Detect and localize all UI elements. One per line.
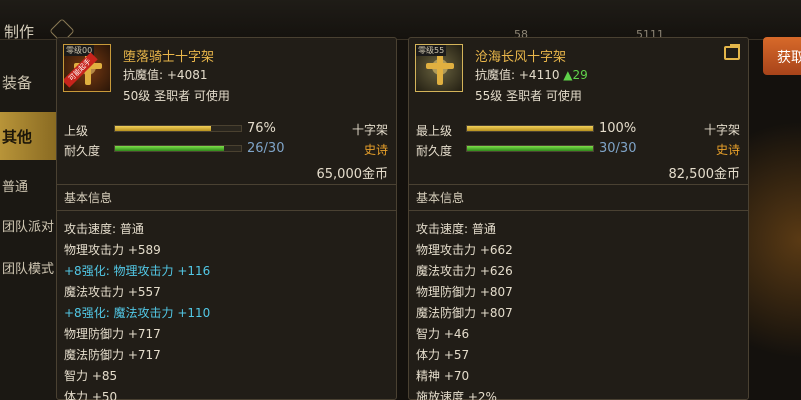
- level-requirement: 50级 圣职者 可使用: [123, 89, 230, 103]
- level-requirement: 55级 圣职者 可使用: [475, 89, 582, 103]
- durability-label: 耐久度: [64, 144, 101, 158]
- stat-line: 智力 +46: [416, 327, 470, 341]
- get-button[interactable]: 获取: [763, 37, 801, 75]
- stat-line: 魔法防御力 +807: [416, 306, 513, 320]
- share-icon[interactable]: [724, 44, 740, 60]
- stat-line: 魔法防御力 +717: [64, 348, 161, 362]
- durability-value: 30/30: [599, 141, 637, 156]
- page-title: 制作: [4, 23, 35, 41]
- stat-line: 物理攻击力 +589: [64, 243, 161, 257]
- item-name: 沧海长风十字架: [475, 50, 567, 65]
- cross-icon-bar: [426, 63, 454, 69]
- grade-label: 上级: [64, 124, 89, 138]
- stat-line: +8强化: 物理攻击力 +116: [64, 264, 211, 278]
- durability-bar-fill: [115, 146, 225, 151]
- divider: [57, 210, 396, 211]
- item-category: 十字架: [703, 123, 740, 137]
- stat-line: 魔法攻击力 +557: [64, 285, 161, 299]
- item-price: 65,000金币: [316, 167, 389, 182]
- background-glow: [749, 80, 801, 400]
- top-bar: 制作 58 5111: [0, 0, 801, 44]
- resist-label: 抗魔值:: [123, 68, 164, 82]
- stat-line: 智力 +85: [64, 369, 118, 383]
- divider: [57, 184, 396, 185]
- stat-line: 物理防御力 +807: [416, 285, 513, 299]
- icon-badge: 零级55: [416, 45, 447, 56]
- item-rarity: 史诗: [363, 143, 388, 157]
- grade-value: 76%: [247, 121, 276, 136]
- stat-line: 施放速度 +2%: [416, 390, 497, 400]
- section-title: 基本信息: [416, 191, 465, 205]
- stat-line: 魔法攻击力 +626: [416, 264, 513, 278]
- resist-line: 抗魔值: +4110 ▲29: [475, 66, 588, 83]
- grade-bar: [114, 125, 242, 132]
- grade-bar: [466, 125, 594, 132]
- durability-value: 26/30: [247, 141, 285, 156]
- durability-label: 耐久度: [416, 144, 453, 158]
- durability-bar-fill: [467, 146, 593, 151]
- stat-line: 精神 +70: [416, 369, 470, 383]
- grade-bar-fill: [467, 126, 593, 131]
- sidebar-item-other[interactable]: 其他: [0, 112, 56, 160]
- durability-bar: [466, 145, 594, 152]
- resist-delta: ▲29: [563, 68, 588, 82]
- sidebar-item-normal[interactable]: 普通: [0, 176, 56, 195]
- stat-line: 体力 +50: [64, 390, 118, 400]
- stat-line: +8强化: 魔法攻击力 +110: [64, 306, 211, 320]
- section-title: 基本信息: [64, 191, 113, 205]
- sidebar-item-equipment[interactable]: 装备: [0, 72, 56, 93]
- grade-label: 最上级: [416, 124, 453, 138]
- divider: [409, 210, 748, 211]
- item-icon-cross: 零级00 可能起手: [63, 44, 111, 92]
- stat-line: 物理防御力 +717: [64, 327, 161, 341]
- sidebar-item-team-mode[interactable]: 团队模式: [0, 258, 56, 277]
- durability-bar: [114, 145, 242, 152]
- item-category: 十字架: [351, 123, 388, 137]
- item-name: 堕落骑士十字架: [123, 50, 215, 65]
- grade-bar-fill: [115, 126, 211, 131]
- resist-value: +4110: [518, 68, 560, 82]
- resist-value: +4081: [166, 68, 208, 82]
- grade-value: 100%: [599, 121, 637, 136]
- resist-label: 抗魔值:: [475, 68, 516, 82]
- sidebar: 装备 其他 普通 团队派对 团队模式: [0, 40, 56, 400]
- item-tooltip-compare: 零级55 沧海长风十字架 抗魔值: +4110 ▲29 55级 圣职者 可使用 …: [408, 37, 749, 400]
- cross-icon: [437, 53, 443, 85]
- stat-line: 攻击速度: 普通: [64, 222, 144, 236]
- stat-line: 物理攻击力 +662: [416, 243, 513, 257]
- stat-line: 体力 +57: [416, 348, 470, 362]
- item-rarity: 史诗: [715, 143, 740, 157]
- divider: [409, 184, 748, 185]
- resist-line: 抗魔值: +4081: [123, 66, 207, 83]
- item-price: 82,500金币: [668, 167, 741, 182]
- item-tooltip-current: 零级00 可能起手 堕落骑士十字架 抗魔值: +4081 50级 圣职者 可使用…: [56, 37, 397, 400]
- sidebar-item-party[interactable]: 团队派对: [0, 216, 56, 235]
- stat-line: 攻击速度: 普通: [416, 222, 496, 236]
- item-icon-cross: 零级55: [415, 44, 463, 92]
